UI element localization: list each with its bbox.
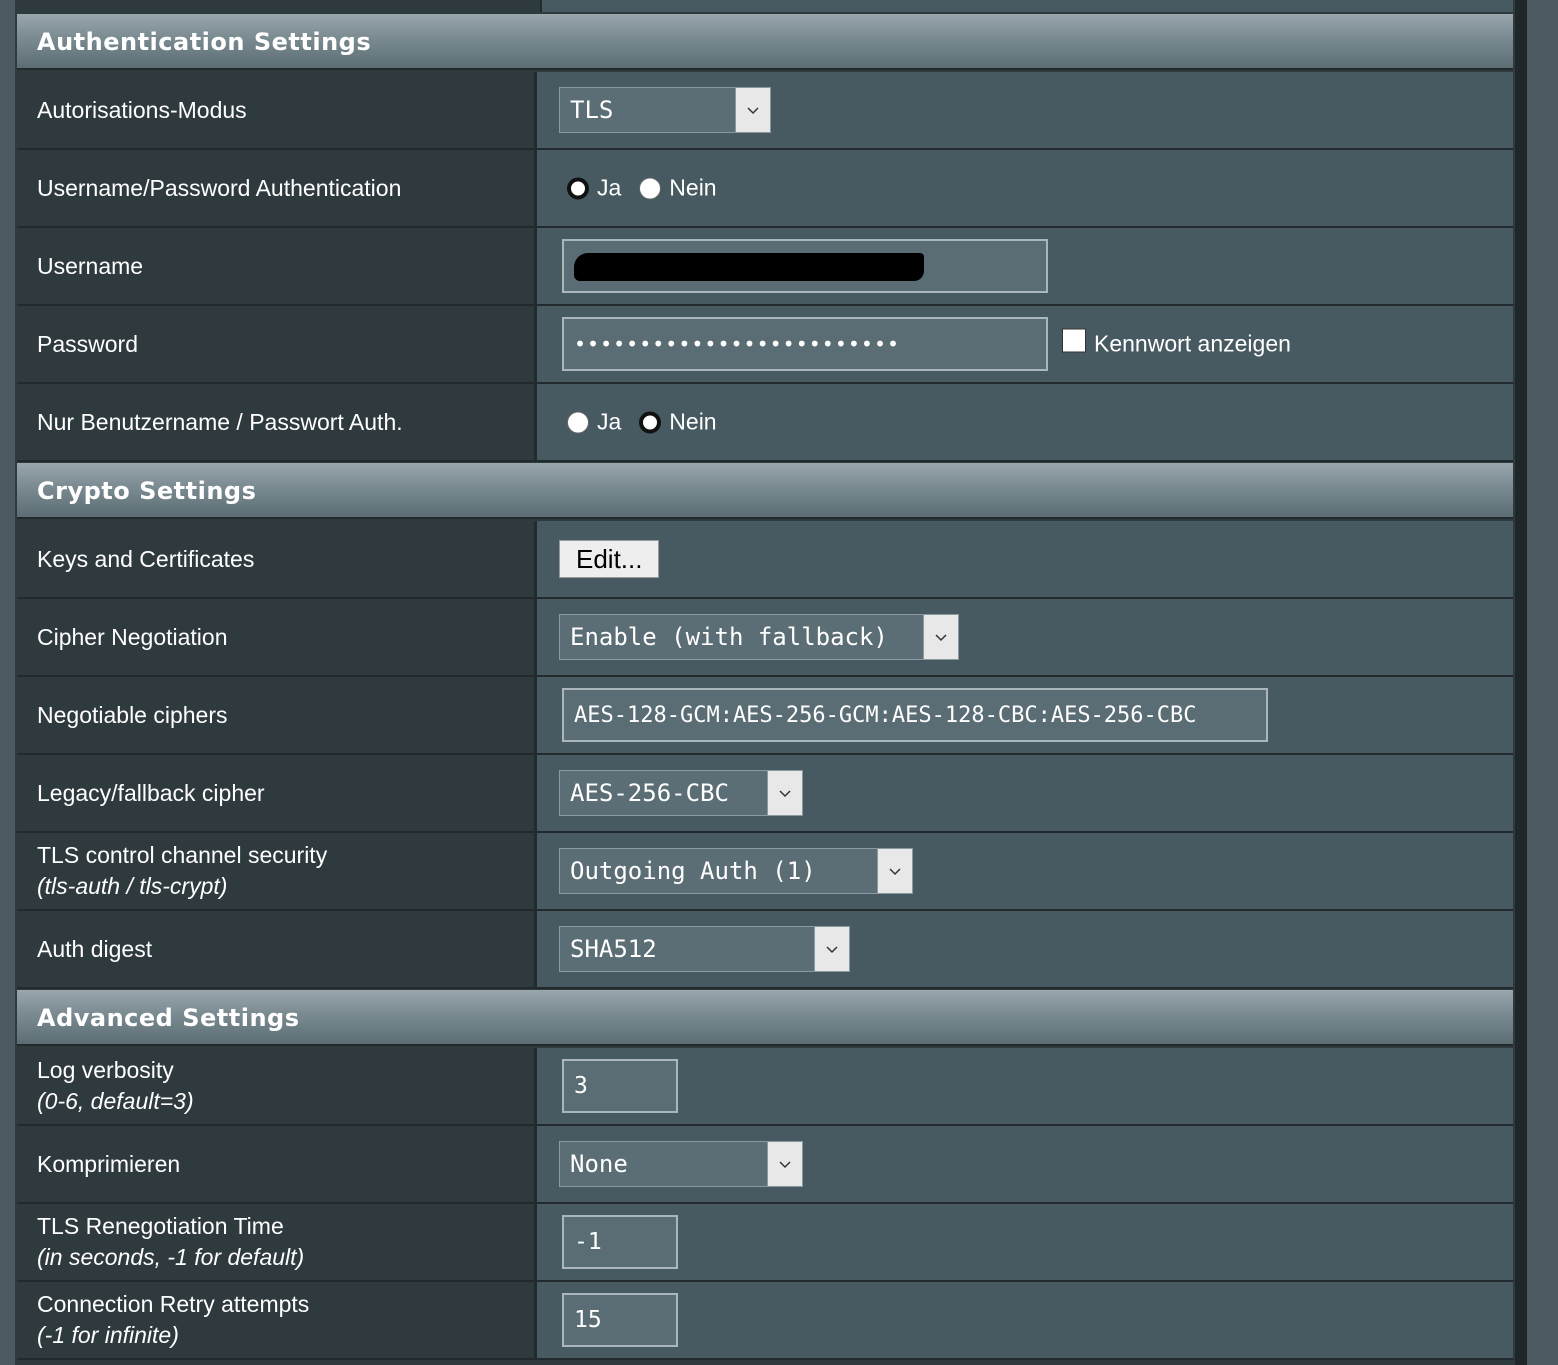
- negotiable-ciphers-value: AES-128-GCM:AES-256-GCM:AES-128-CBC:AES-…: [574, 702, 1197, 728]
- legacy-cipher-label: Legacy/fallback cipher: [37, 779, 265, 806]
- log-verbosity-hint: (0-6, default=3): [37, 1088, 194, 1114]
- log-verbosity-value: 3: [574, 1073, 588, 1099]
- chevron-down-icon: [767, 1142, 802, 1186]
- username-input[interactable]: [562, 239, 1048, 293]
- row-userpass-auth: Username/Password Authentication Ja Nein: [17, 150, 1513, 228]
- row-keys-certificates: Keys and Certificates Edit...: [17, 521, 1513, 599]
- chevron-down-icon: [814, 927, 849, 971]
- tls-renegotiation-label: TLS Renegotiation Time: [37, 1213, 284, 1239]
- chevron-down-icon: [767, 771, 802, 815]
- connection-retry-value: 15: [574, 1307, 602, 1333]
- auth-mode-select[interactable]: TLS: [559, 87, 771, 133]
- only-userpass-no-radio[interactable]: [639, 411, 662, 433]
- only-userpass-yes-radio[interactable]: [567, 411, 589, 433]
- chevron-down-icon: [877, 849, 912, 893]
- password-value: •••••••••••••••••••••••••: [574, 332, 901, 356]
- compression-label: Komprimieren: [37, 1150, 181, 1177]
- compression-select[interactable]: None: [559, 1141, 803, 1187]
- negotiable-ciphers-label: Negotiable ciphers: [37, 701, 228, 728]
- row-auth-mode: Autorisations-Modus TLS: [17, 72, 1513, 150]
- password-input[interactable]: •••••••••••••••••••••••••: [562, 317, 1048, 371]
- section-header-advanced: Advanced Settings: [17, 990, 1513, 1046]
- row-only-userpass: Nur Benutzername / Passwort Auth. Ja Nei…: [17, 384, 1513, 462]
- row-log-verbosity: Log verbosity (0-6, default=3) 3: [17, 1048, 1513, 1126]
- row-auth-digest: Auth digest SHA512: [17, 911, 1513, 989]
- auth-digest-label: Auth digest: [37, 935, 153, 962]
- edit-keys-button[interactable]: Edit...: [559, 540, 660, 578]
- redacted-username: [574, 253, 924, 281]
- section-header-crypto: Crypto Settings: [17, 463, 1513, 519]
- page-scroll-edge: [1515, 0, 1558, 1365]
- connection-retry-input[interactable]: 15: [562, 1293, 678, 1347]
- chevron-down-icon: [923, 615, 958, 659]
- tls-renegotiation-input[interactable]: -1: [562, 1215, 678, 1269]
- row-username: Username: [17, 228, 1513, 306]
- row-password: Password ••••••••••••••••••••••••• Kennw…: [17, 306, 1513, 384]
- cipher-negotiation-select[interactable]: Enable (with fallback): [559, 614, 959, 660]
- show-password-label: Kennwort anzeigen: [1094, 330, 1291, 357]
- legacy-cipher-value: AES-256-CBC: [570, 779, 729, 807]
- userpass-auth-radio-group: Ja Nein: [567, 175, 735, 202]
- password-label: Password: [37, 330, 138, 357]
- auth-mode-value: TLS: [570, 96, 614, 124]
- row-connection-retry: Connection Retry attempts (-1 for infini…: [17, 1282, 1513, 1360]
- tls-control-select[interactable]: Outgoing Auth (1): [559, 848, 913, 894]
- row-cipher-negotiation: Cipher Negotiation Enable (with fallback…: [17, 599, 1513, 677]
- userpass-auth-label: Username/Password Authentication: [37, 174, 402, 201]
- username-label: Username: [37, 252, 144, 279]
- only-userpass-yes-label: Ja: [597, 408, 622, 435]
- only-userpass-no-label: Nein: [669, 408, 717, 435]
- only-userpass-label: Nur Benutzername / Passwort Auth.: [37, 408, 403, 435]
- auth-digest-value: SHA512: [570, 935, 657, 963]
- userpass-yes-radio[interactable]: [567, 177, 589, 199]
- row-negotiable-ciphers: Negotiable ciphers AES-128-GCM:AES-256-G…: [17, 677, 1513, 755]
- chevron-down-icon: [735, 88, 770, 132]
- settings-page: Authentication Settings Autorisations-Mo…: [0, 0, 1558, 1365]
- show-password-toggle: Kennwort anzeigen: [1062, 328, 1291, 358]
- auth-digest-select[interactable]: SHA512: [559, 926, 850, 972]
- userpass-no-radio[interactable]: [639, 177, 662, 199]
- legacy-cipher-select[interactable]: AES-256-CBC: [559, 770, 803, 816]
- row-legacy-cipher: Legacy/fallback cipher AES-256-CBC: [17, 755, 1513, 833]
- keys-certificates-label: Keys and Certificates: [37, 545, 255, 572]
- userpass-no-label: Nein: [669, 174, 717, 201]
- compression-value: None: [570, 1150, 628, 1178]
- log-verbosity-input[interactable]: 3: [562, 1059, 678, 1113]
- log-verbosity-label: Log verbosity: [37, 1057, 174, 1083]
- only-userpass-radio-group: Ja Nein: [567, 409, 735, 436]
- previous-row-fragment: [17, 0, 1513, 12]
- show-password-checkbox[interactable]: [1062, 328, 1086, 352]
- tls-control-hint: (tls-auth / tls-crypt): [37, 873, 228, 899]
- tls-renegotiation-value: -1: [574, 1229, 602, 1255]
- connection-retry-label: Connection Retry attempts: [37, 1291, 310, 1317]
- tls-control-value: Outgoing Auth (1): [570, 857, 816, 885]
- negotiable-ciphers-input[interactable]: AES-128-GCM:AES-256-GCM:AES-128-CBC:AES-…: [562, 688, 1268, 742]
- cipher-negotiation-value: Enable (with fallback): [570, 623, 888, 651]
- row-tls-control: TLS control channel security (tls-auth /…: [17, 833, 1513, 911]
- tls-control-label: TLS control channel security: [37, 842, 328, 868]
- cipher-negotiation-label: Cipher Negotiation: [37, 623, 228, 650]
- row-compression: Komprimieren None: [17, 1126, 1513, 1204]
- auth-mode-label: Autorisations-Modus: [37, 96, 247, 123]
- tls-renegotiation-hint: (in seconds, -1 for default): [37, 1244, 305, 1270]
- row-tls-renegotiation: TLS Renegotiation Time (in seconds, -1 f…: [17, 1204, 1513, 1282]
- userpass-yes-label: Ja: [597, 174, 622, 201]
- section-header-authentication: Authentication Settings: [17, 14, 1513, 70]
- connection-retry-hint: (-1 for infinite): [37, 1322, 179, 1348]
